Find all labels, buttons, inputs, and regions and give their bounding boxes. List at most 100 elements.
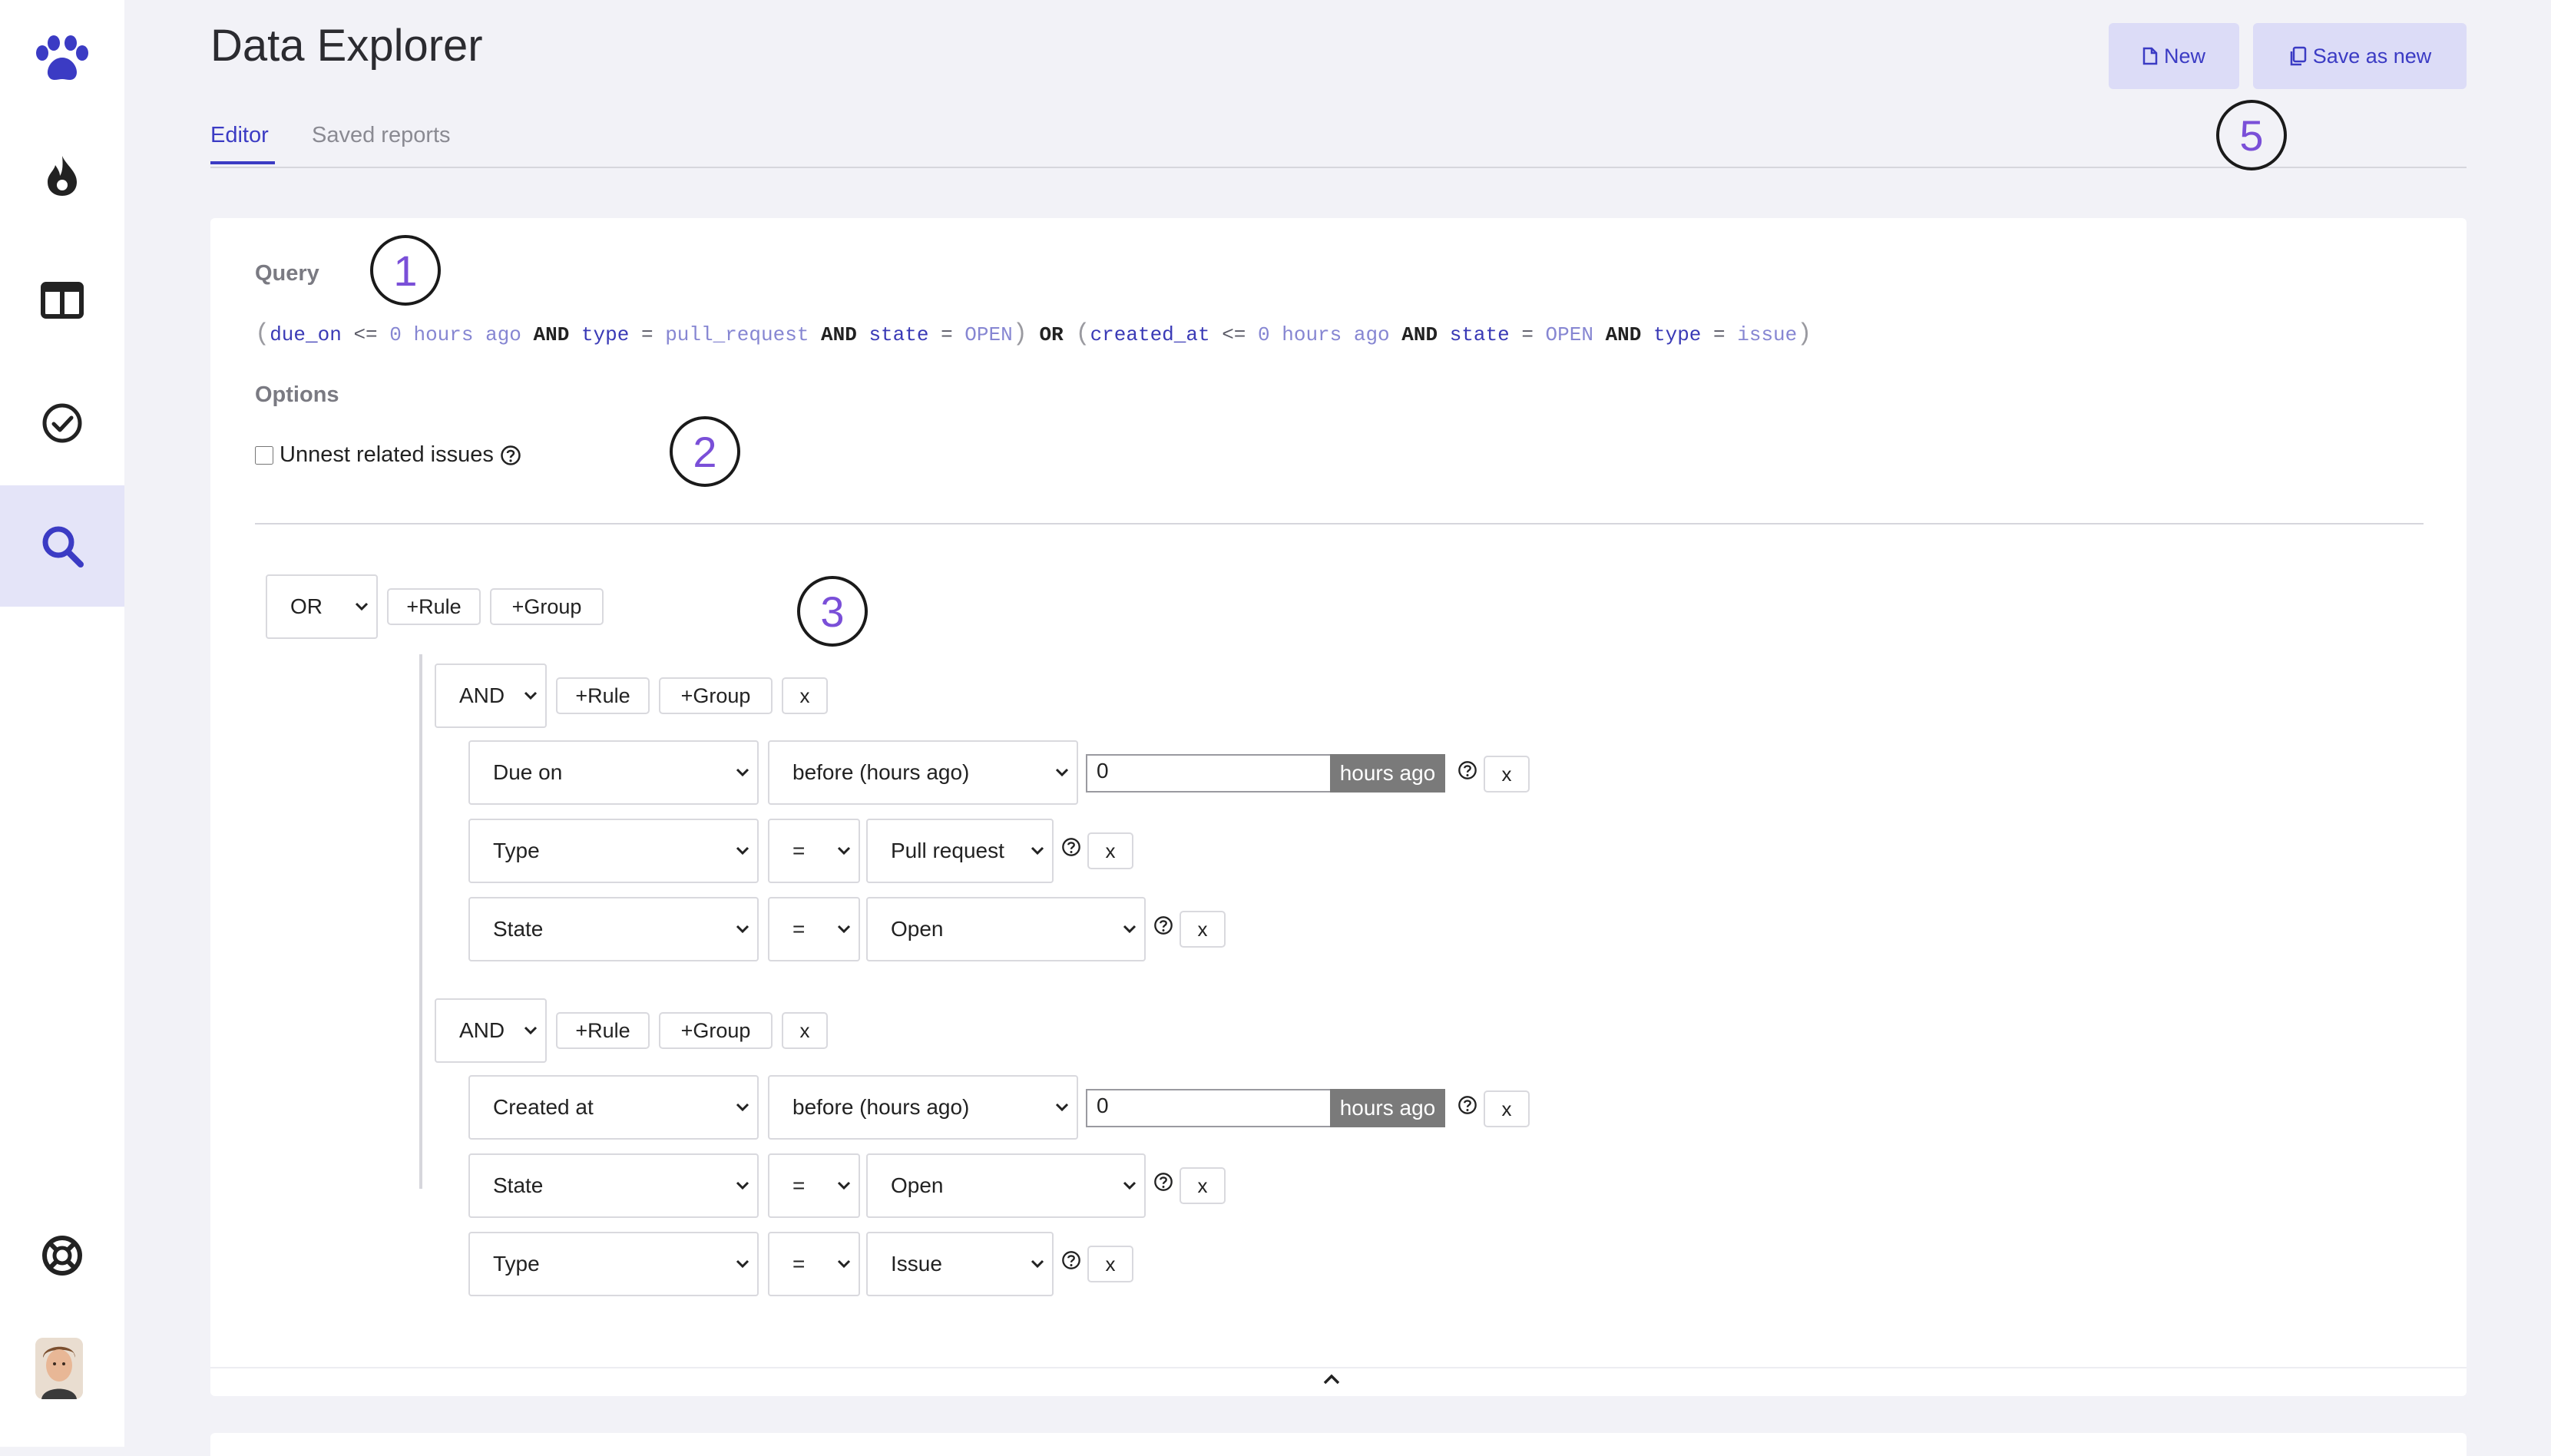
chevron-down-icon: [355, 602, 369, 611]
rule-value: Issue: [891, 1252, 942, 1276]
chevron-down-icon: [837, 1259, 851, 1269]
chevron-down-icon: [1123, 925, 1137, 934]
query-token-field: due_on: [270, 323, 342, 346]
rule-operator-value: =: [792, 917, 806, 941]
query-token-val: OPEN: [964, 323, 1013, 346]
rule-field-value: Created at: [493, 1095, 594, 1119]
tab-saved-reports[interactable]: Saved reports: [312, 123, 451, 148]
rule-operator-select[interactable]: =: [768, 1153, 860, 1218]
annotation-1: 1: [370, 235, 441, 306]
rule-field-select[interactable]: Type: [468, 1232, 759, 1296]
chevron-down-icon: [736, 1103, 749, 1112]
rule-value-select[interactable]: Open: [866, 1153, 1146, 1218]
group2-add-group-button[interactable]: +Group: [659, 1012, 773, 1049]
rule-field-value: Type: [493, 839, 540, 862]
rule-value-input[interactable]: 0: [1086, 754, 1332, 793]
group2-remove-button[interactable]: x: [782, 1012, 828, 1049]
rule-remove-button[interactable]: x: [1180, 911, 1226, 948]
rule-remove-button[interactable]: x: [1484, 756, 1530, 793]
rule-value-input[interactable]: 0: [1086, 1089, 1332, 1127]
rule-operator-select[interactable]: before (hours ago): [768, 1075, 1078, 1140]
sidebar-item-hot[interactable]: [0, 115, 124, 237]
query-token-op: <=: [1222, 323, 1246, 346]
rule-value-select[interactable]: Open: [866, 897, 1146, 961]
rule-remove-button[interactable]: x: [1087, 1246, 1133, 1282]
chevron-down-icon: [1055, 768, 1069, 777]
unnest-checkbox[interactable]: [255, 445, 273, 465]
rule-field-select[interactable]: State: [468, 1153, 759, 1218]
new-button-label: New: [2163, 44, 2205, 68]
group1-add-rule-button[interactable]: +Rule: [556, 677, 650, 714]
query-token-field: type: [581, 323, 630, 346]
rule-operator-select[interactable]: =: [768, 1232, 860, 1296]
query-token-op: =: [640, 323, 653, 346]
chevron-down-icon: [736, 925, 749, 934]
query-token-kw: OR: [1039, 323, 1064, 346]
group1-add-group-button[interactable]: +Group: [659, 677, 773, 714]
rule-value-select[interactable]: Issue: [866, 1232, 1054, 1296]
check-circle-icon: [42, 403, 82, 443]
save-as-new-label: Save as new: [2312, 44, 2432, 68]
help-icon[interactable]: [1457, 1095, 1477, 1115]
query-token-field: state: [869, 323, 929, 346]
chevron-down-icon: [837, 925, 851, 934]
unnest-label: Unnest related issues: [280, 442, 494, 467]
annotation-5: 5: [2216, 100, 2287, 170]
user-avatar[interactable]: [35, 1338, 83, 1399]
rule-field-value: Due on: [493, 760, 563, 784]
query-token-kw: AND: [533, 323, 570, 346]
query-token-paren: ): [1012, 319, 1027, 348]
page-title: Data Explorer: [210, 21, 483, 71]
sidebar-item-explorer[interactable]: [0, 485, 124, 607]
rule-value: Open: [891, 1173, 944, 1197]
rule-operator-value: =: [792, 1173, 806, 1197]
rule-field-select[interactable]: Type: [468, 819, 759, 883]
rule-field-select[interactable]: Created at: [468, 1075, 759, 1140]
rule-remove-button[interactable]: x: [1484, 1090, 1530, 1127]
chevron-down-icon: [736, 1181, 749, 1190]
add-group-button[interactable]: +Group: [490, 588, 604, 625]
rule-value: Open: [891, 917, 944, 941]
query-token-field: type: [1653, 323, 1702, 346]
chevron-down-icon: [736, 846, 749, 855]
help-icon[interactable]: [1153, 1172, 1173, 1192]
rule-remove-button[interactable]: x: [1087, 832, 1133, 869]
query-token-val: 0 hours ago: [389, 323, 521, 346]
add-rule-button[interactable]: +Rule: [387, 588, 481, 625]
group2-combinator-select[interactable]: AND: [435, 998, 547, 1063]
query-token-val: issue: [1737, 323, 1798, 346]
rule-operator-select[interactable]: =: [768, 897, 860, 961]
rule-remove-button[interactable]: x: [1180, 1167, 1226, 1204]
group-indent-line: [419, 654, 422, 1189]
sidebar-item-tasks[interactable]: [0, 362, 124, 484]
annotation-3: 3: [797, 576, 868, 647]
save-as-new-button[interactable]: Save as new: [2253, 23, 2467, 89]
chevron-down-icon: [837, 846, 851, 855]
help-icon[interactable]: [500, 445, 521, 466]
sidebar-item-boards[interactable]: [0, 240, 124, 361]
rule-field-select[interactable]: Due on: [468, 740, 759, 805]
help-icon[interactable]: [1061, 837, 1081, 857]
group2-add-rule-button[interactable]: +Rule: [556, 1012, 650, 1049]
help-icon[interactable]: [1457, 760, 1477, 780]
rule-value-select[interactable]: Pull request: [866, 819, 1054, 883]
flame-icon: [48, 156, 77, 196]
group1-combinator-select[interactable]: AND: [435, 663, 547, 728]
chevron-down-icon: [837, 1181, 851, 1190]
logo[interactable]: [0, 0, 124, 121]
help-icon[interactable]: [1153, 915, 1173, 935]
rule-operator-select[interactable]: before (hours ago): [768, 740, 1078, 805]
section-divider: [255, 523, 2424, 524]
group1-remove-button[interactable]: x: [782, 677, 828, 714]
rule-field-value: State: [493, 917, 544, 941]
help-icon[interactable]: [1061, 1250, 1081, 1270]
new-button[interactable]: New: [2109, 23, 2239, 89]
root-combinator-select[interactable]: OR: [266, 574, 378, 639]
unnest-option: Unnest related issues: [255, 442, 521, 468]
sidebar-item-help[interactable]: [0, 1195, 124, 1316]
rule-operator-select[interactable]: =: [768, 819, 860, 883]
chevron-up-icon[interactable]: [1322, 1373, 1341, 1385]
tab-editor[interactable]: Editor: [210, 123, 269, 148]
lifebuoy-icon: [42, 1236, 82, 1276]
rule-field-select[interactable]: State: [468, 897, 759, 961]
